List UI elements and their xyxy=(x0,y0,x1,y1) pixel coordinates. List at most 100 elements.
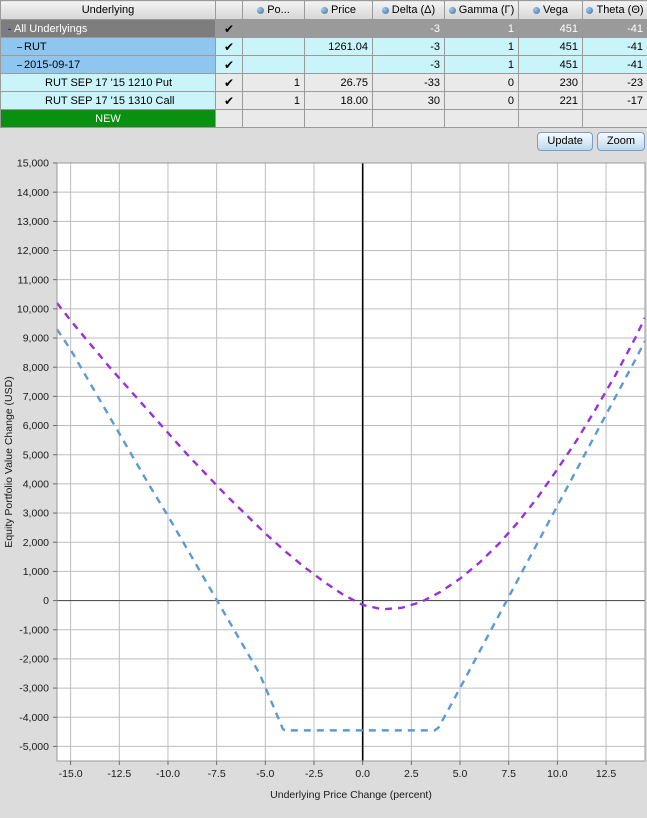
x-tick-label: -2.5 xyxy=(305,768,323,780)
y-tick-label: 8,000 xyxy=(23,362,49,374)
column-header-gamma[interactable]: Gamma (Γ) xyxy=(445,1,519,20)
column-header-price[interactable]: Price xyxy=(305,1,373,20)
table-row[interactable]: -All Underlyings✔-31451-41 xyxy=(1,20,647,38)
y-tick-label: 3,000 xyxy=(23,508,49,520)
cell-underlying[interactable]: RUT SEP 17 '15 1210 Put xyxy=(1,74,216,92)
cell-vega: 451 xyxy=(519,56,583,74)
row-checkbox[interactable]: ✔ xyxy=(216,74,243,92)
column-header-position[interactable]: Po... xyxy=(243,1,305,20)
cell-gamma: 0 xyxy=(445,92,519,110)
cell-price xyxy=(305,56,373,74)
positions-table[interactable]: Underlying Po... Price Delta (Δ) Gamma (… xyxy=(0,0,647,128)
row-checkbox[interactable]: ✔ xyxy=(216,56,243,74)
cell-price xyxy=(305,20,373,38)
column-header-underlying[interactable]: Underlying xyxy=(1,1,216,20)
sort-dot-icon xyxy=(449,7,456,14)
x-tick-label: -5.0 xyxy=(256,768,274,780)
payoff-chart-svg[interactable]: -5,000-4,000-3,000-2,000-1,00001,0002,00… xyxy=(0,128,647,818)
new-position-button[interactable]: NEW xyxy=(1,110,216,128)
cell-underlying[interactable]: –RUT xyxy=(1,38,216,56)
column-header-theta[interactable]: Theta (Θ) xyxy=(583,1,647,20)
chart-panel: Update Zoom -5,000-4,000-3,000-2,000-1,0… xyxy=(0,128,647,818)
cell-position xyxy=(243,38,305,56)
cell-delta: -3 xyxy=(373,20,445,38)
x-tick-label: 7.5 xyxy=(501,768,516,780)
underlying-label: All Underlyings xyxy=(14,23,87,35)
chart-toolbar: Update Zoom xyxy=(537,132,645,151)
y-tick-label: 13,000 xyxy=(17,216,49,228)
y-tick-label: -5,000 xyxy=(19,741,49,753)
y-tick-label: 15,000 xyxy=(17,158,49,170)
cell-position xyxy=(243,20,305,38)
cell-price: 1261.04 xyxy=(305,38,373,56)
cell-underlying[interactable]: –2015-09-17 xyxy=(1,56,216,74)
column-label: Price xyxy=(331,4,356,16)
y-tick-label: 6,000 xyxy=(23,420,49,432)
column-label: Gamma (Γ) xyxy=(459,4,515,16)
cell-gamma xyxy=(445,110,519,128)
column-header-check[interactable] xyxy=(216,1,243,20)
table-row[interactable]: RUT SEP 17 '15 1310 Call✔118.00300221-17 xyxy=(1,92,647,110)
cell-position xyxy=(243,110,305,128)
table-row[interactable]: –RUT✔1261.04-31451-41 xyxy=(1,38,647,56)
row-checkbox[interactable]: ✔ xyxy=(216,38,243,56)
cell-vega: 451 xyxy=(519,20,583,38)
cell-price: 18.00 xyxy=(305,92,373,110)
y-tick-label: 1,000 xyxy=(23,566,49,578)
payoff-plot[interactable]: -5,000-4,000-3,000-2,000-1,00001,0002,00… xyxy=(0,128,647,818)
cell-theta: -41 xyxy=(583,38,647,56)
cell-theta: -23 xyxy=(583,74,647,92)
y-tick-label: 7,000 xyxy=(23,391,49,403)
cell-theta xyxy=(583,110,647,128)
table-body[interactable]: -All Underlyings✔-31451-41–RUT✔1261.04-3… xyxy=(1,20,647,128)
y-tick-label: -1,000 xyxy=(19,624,49,636)
cell-underlying[interactable]: RUT SEP 17 '15 1310 Call xyxy=(1,92,216,110)
sort-dot-icon xyxy=(533,7,540,14)
cell-vega: 221 xyxy=(519,92,583,110)
sort-dot-icon xyxy=(586,7,593,14)
row-checkbox[interactable]: ✔ xyxy=(216,92,243,110)
y-tick-label: 9,000 xyxy=(23,333,49,345)
checkmark-icon: ✔ xyxy=(224,58,234,72)
cell-check xyxy=(216,110,243,128)
y-tick-label: -4,000 xyxy=(19,712,49,724)
cell-delta xyxy=(373,110,445,128)
row-checkbox[interactable]: ✔ xyxy=(216,20,243,38)
table-row[interactable]: RUT SEP 17 '15 1210 Put✔126.75-330230-23 xyxy=(1,74,647,92)
sort-dot-icon xyxy=(382,7,389,14)
cell-gamma: 1 xyxy=(445,38,519,56)
cell-position: 1 xyxy=(243,74,305,92)
column-label: Underlying xyxy=(82,4,135,16)
tree-collapse-icon[interactable]: - xyxy=(5,24,14,35)
cell-theta: -17 xyxy=(583,92,647,110)
tree-collapse-icon[interactable]: – xyxy=(15,42,24,53)
y-tick-label: 10,000 xyxy=(17,303,49,315)
underlying-label: RUT xyxy=(24,41,47,53)
table-row[interactable]: –2015-09-17✔-31451-41 xyxy=(1,56,647,74)
y-tick-label: 0 xyxy=(43,595,49,607)
cell-position: 1 xyxy=(243,92,305,110)
cell-vega xyxy=(519,110,583,128)
cell-position xyxy=(243,56,305,74)
cell-underlying[interactable]: -All Underlyings xyxy=(1,20,216,38)
column-label: Delta (Δ) xyxy=(392,4,435,16)
x-tick-label: -12.5 xyxy=(107,768,131,780)
table-header-row: Underlying Po... Price Delta (Δ) Gamma (… xyxy=(1,1,647,20)
cell-gamma: 0 xyxy=(445,74,519,92)
column-header-vega[interactable]: Vega xyxy=(519,1,583,20)
column-header-delta[interactable]: Delta (Δ) xyxy=(373,1,445,20)
x-tick-label: -10.0 xyxy=(156,768,180,780)
y-tick-label: 4,000 xyxy=(23,478,49,490)
underlying-label: RUT SEP 17 '15 1210 Put xyxy=(45,77,172,89)
update-button[interactable]: Update xyxy=(537,132,592,151)
sort-dot-icon xyxy=(257,7,264,14)
checkmark-icon: ✔ xyxy=(224,40,234,54)
zoom-button[interactable]: Zoom xyxy=(597,132,645,151)
x-tick-label: 5.0 xyxy=(453,768,468,780)
table-row[interactable]: NEW xyxy=(1,110,647,128)
tree-collapse-icon[interactable]: – xyxy=(15,60,24,71)
x-tick-label: -7.5 xyxy=(208,768,226,780)
chart-x-axis-title: Underlying Price Change (percent) xyxy=(270,789,432,801)
x-tick-label: 2.5 xyxy=(404,768,419,780)
plot-area xyxy=(57,163,645,761)
